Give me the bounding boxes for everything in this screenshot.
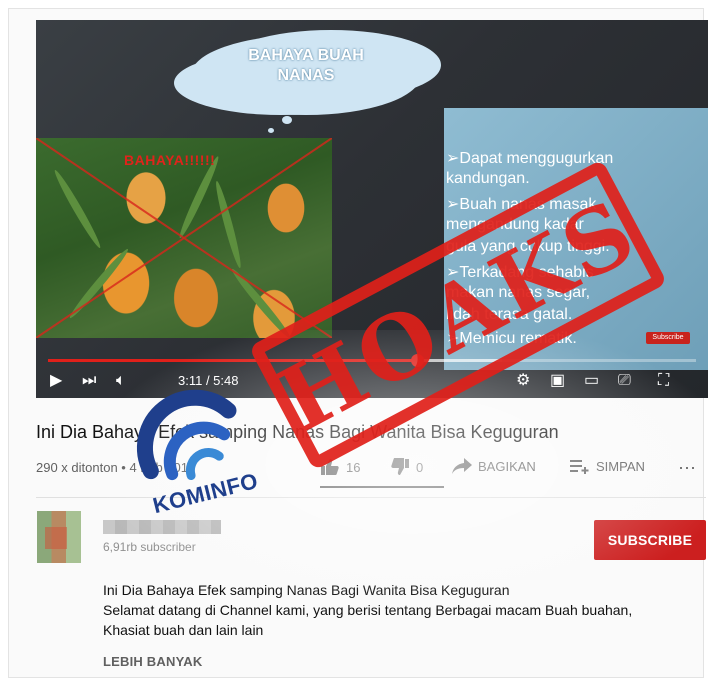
play-icon[interactable]: ▶ — [50, 371, 62, 391]
volume-icon[interactable]: 🔈︎ — [116, 371, 126, 391]
more-actions-icon[interactable]: ⋯ — [678, 458, 696, 479]
theater-icon[interactable]: ▭ — [584, 371, 599, 391]
fullscreen-icon[interactable]: ⛶ — [658, 371, 669, 391]
cast-icon[interactable]: ⎚ — [618, 371, 631, 391]
danger-label: BAHAYA!!!!!! — [124, 152, 216, 168]
video-description: Ini Dia Bahaya Efek samping Nanas Bagi W… — [103, 580, 632, 640]
dislike-count: 0 — [416, 459, 424, 475]
next-icon[interactable]: ⏭ — [82, 371, 96, 391]
save-label: SIMPAN — [596, 458, 645, 474]
slide-title: BAHAYA BUAH NANAS — [248, 47, 364, 84]
share-icon — [452, 458, 472, 474]
playlist-add-icon — [570, 460, 589, 474]
channel-avatar[interactable] — [37, 511, 81, 563]
cloud-dot — [282, 116, 292, 124]
show-more-link[interactable]: LEBIH BANYAK — [103, 654, 202, 669]
share-button[interactable]: BAGIKAN — [452, 458, 536, 474]
miniplayer-icon[interactable]: ▣ — [550, 371, 565, 391]
cloud-dot — [268, 128, 274, 133]
like-count: 16 — [346, 459, 361, 475]
sentiment-bar — [320, 486, 444, 488]
description-line: Khasiat buah dan lain lain — [103, 622, 264, 638]
description-line: Selamat datang di Channel kami, yang ber… — [103, 602, 633, 618]
subscribe-button[interactable]: SUBSCRIBE — [594, 520, 706, 560]
thumbs-down-icon — [391, 458, 409, 475]
subscribe-watermark: Subscribe — [646, 332, 690, 344]
bullet-line: kandungan. — [446, 170, 530, 187]
share-label: BAGIKAN — [478, 458, 536, 474]
description-line: Ini Dia Bahaya Efek samping Nanas Bagi W… — [103, 582, 510, 598]
save-button[interactable]: SIMPAN — [570, 458, 645, 474]
pineapple-image — [36, 138, 332, 338]
cross-lines — [36, 138, 332, 338]
dislike-button[interactable]: 0 — [390, 458, 423, 476]
settings-icon[interactable]: ⚙ — [516, 371, 530, 391]
